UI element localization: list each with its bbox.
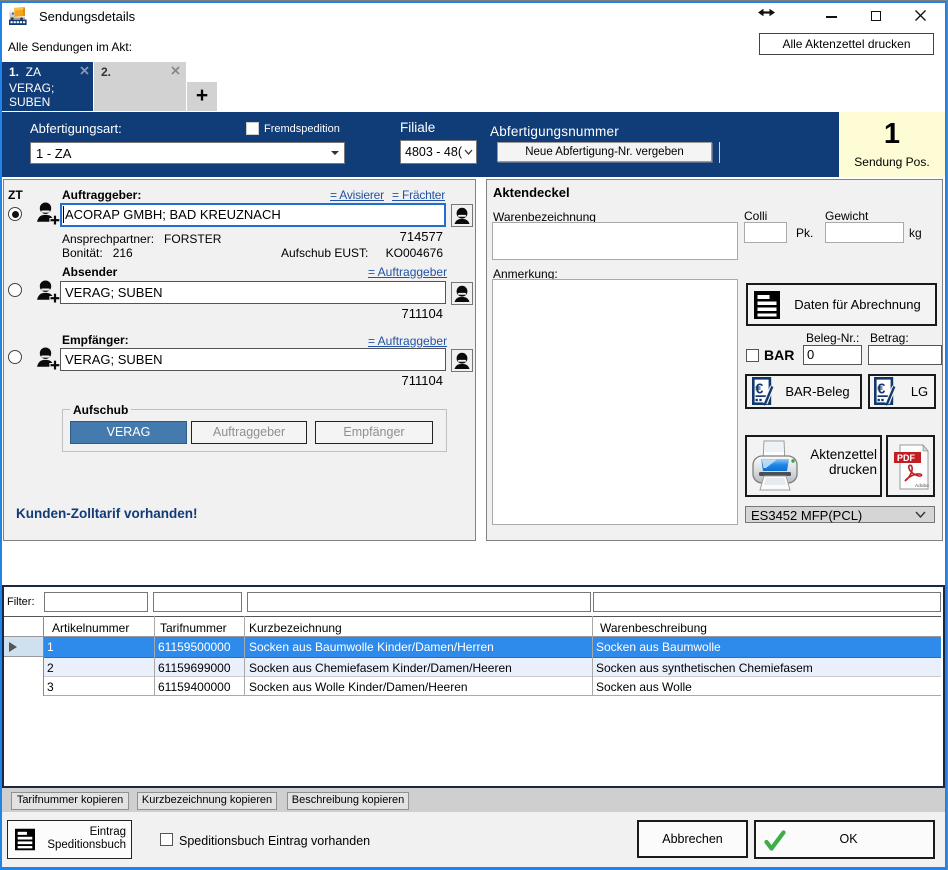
svg-text:Adobe: Adobe <box>915 483 929 489</box>
svg-text:PDF: PDF <box>897 453 916 463</box>
